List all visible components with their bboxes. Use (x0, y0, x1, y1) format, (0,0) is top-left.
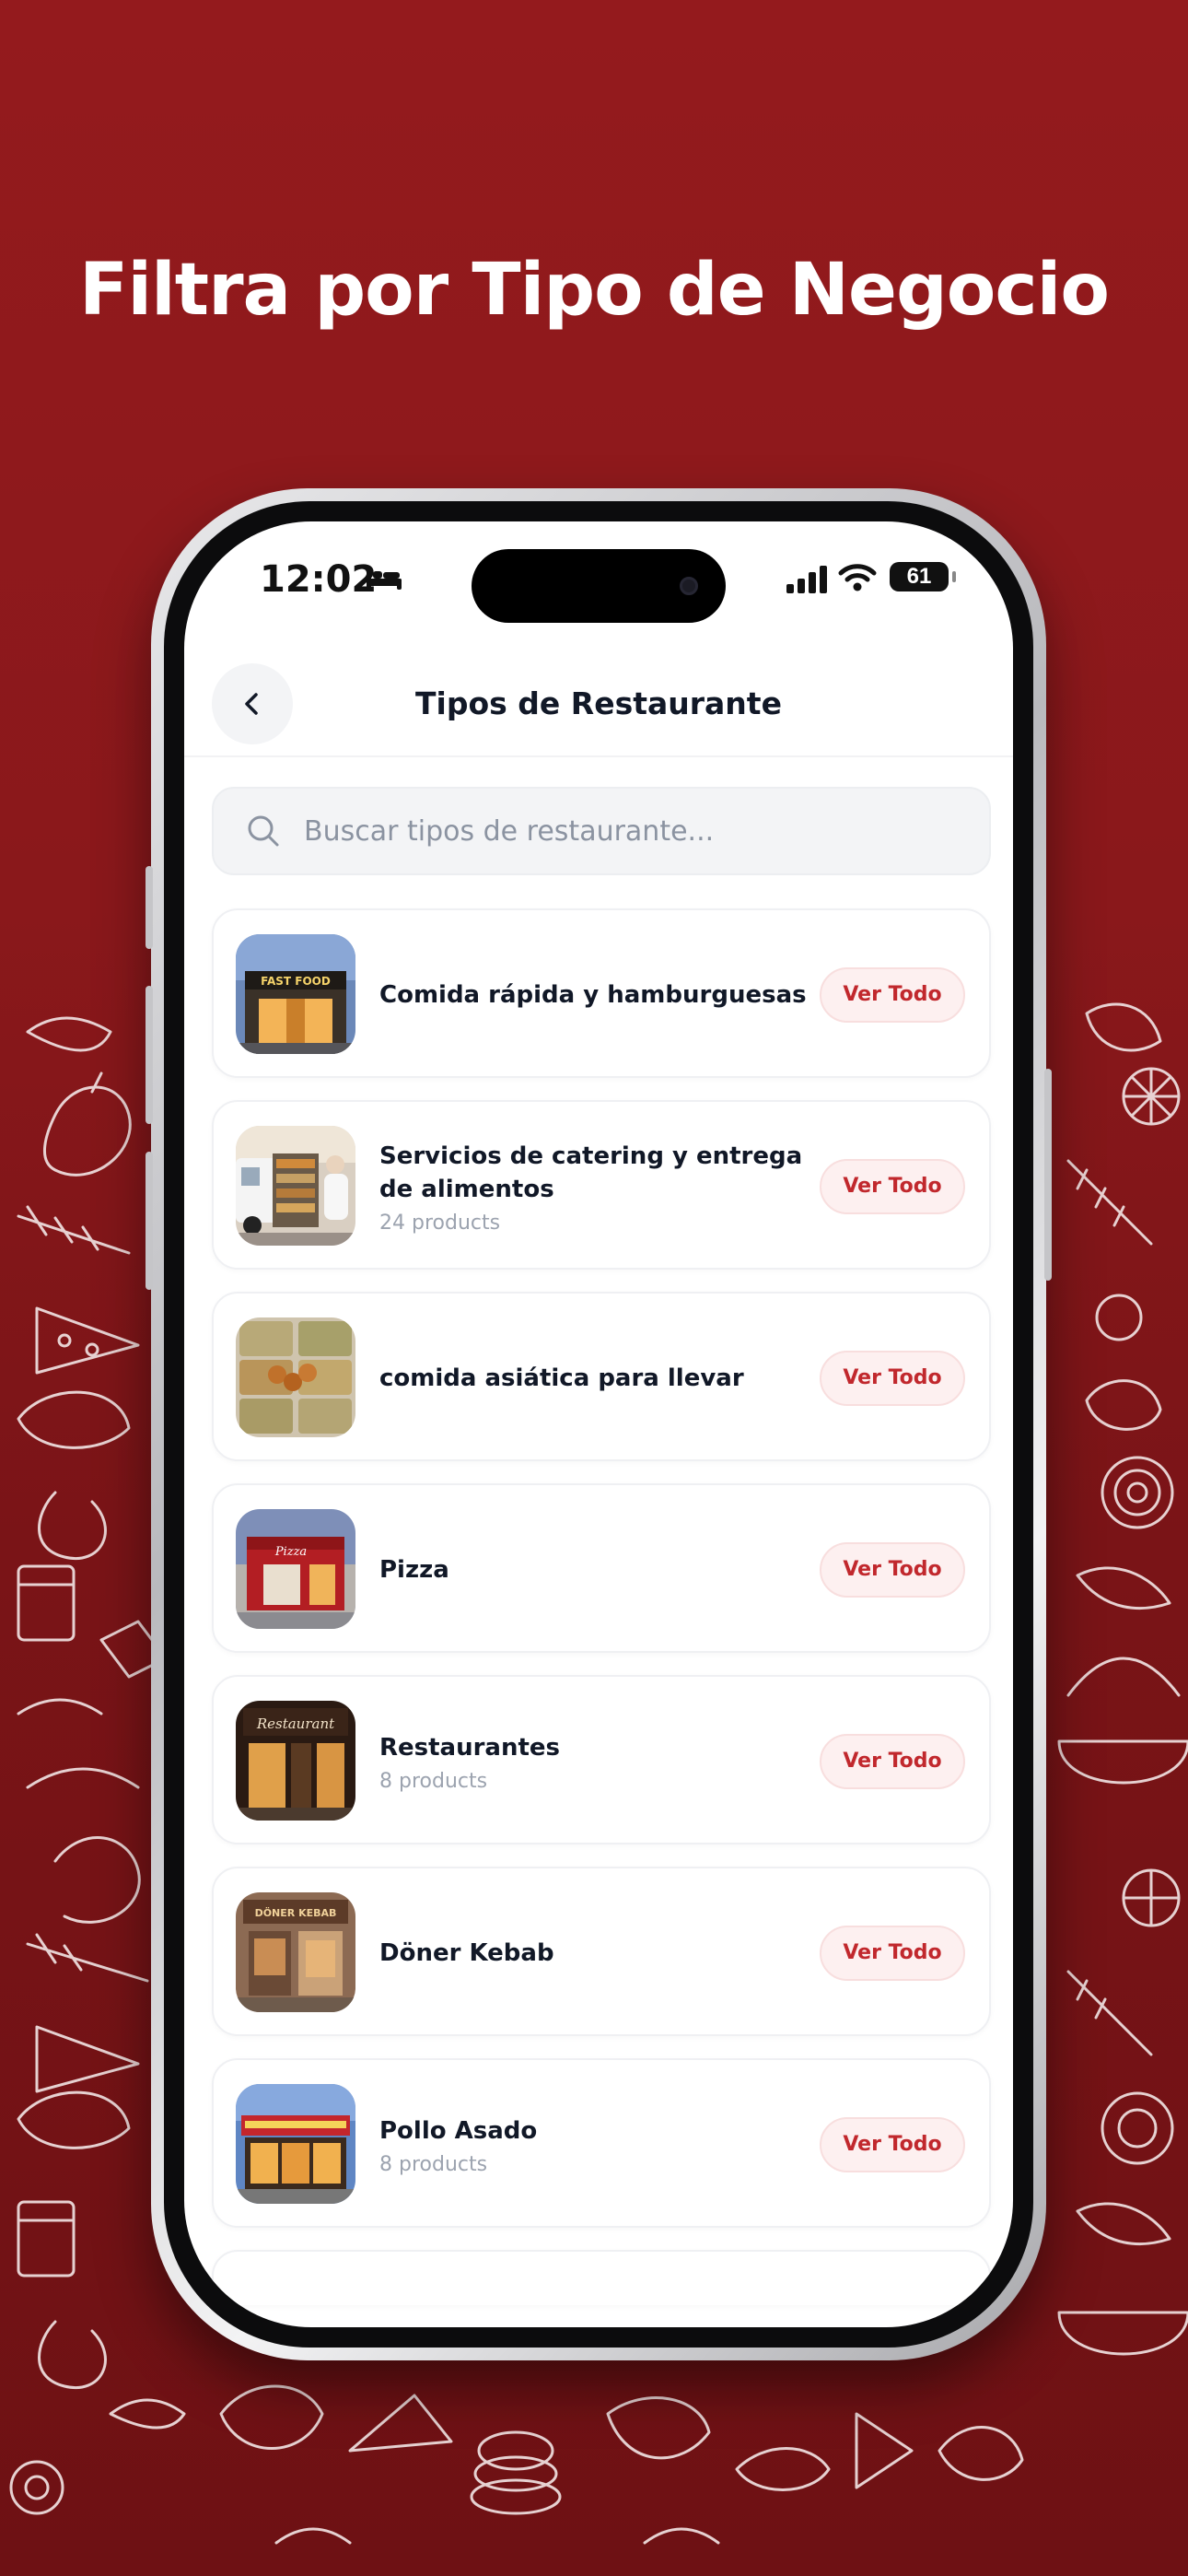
ver-todo-button[interactable]: Ver Todo (820, 967, 965, 1023)
back-button[interactable] (212, 663, 293, 744)
grilled-chicken-image (236, 2084, 355, 2204)
dynamic-island (472, 549, 726, 623)
camera-icon (680, 577, 698, 595)
item-title: Restaurantes (379, 1733, 561, 1762)
search-icon (248, 815, 279, 847)
ver-todo-button[interactable]: Ver Todo (820, 1159, 965, 1214)
list-item[interactable]: Servicios de catering y entrega de alime… (212, 1100, 991, 1270)
headline: Filtra por Tipo de Negocio (79, 249, 1110, 332)
list-item[interactable]: Restaurant Restaurantes 8 products Ver T… (212, 1675, 991, 1844)
list-item[interactable]: FAST FOOD Comida rápida y hamburguesas V… (212, 908, 991, 1078)
item-title: Pizza (379, 1556, 449, 1584)
phone-power-button (1044, 1069, 1052, 1281)
restaurant-sign: Restaurant (256, 1715, 335, 1732)
doner-sign: DÖNER KEBAB (255, 1906, 337, 1919)
item-product-count: 8 products (379, 1769, 488, 1793)
list-item-partial[interactable] (212, 2250, 991, 2305)
item-title: Comida rápida y hamburguesas (379, 981, 807, 1009)
item-title: Pollo Asado (379, 2116, 538, 2145)
phone-volume-up (146, 986, 153, 1124)
list-item[interactable]: DÖNER KEBAB Döner Kebab Ver Todo (212, 1867, 991, 2036)
list-item[interactable]: Pollo Asado 8 products Ver Todo (212, 2058, 991, 2228)
search-bar[interactable] (212, 787, 991, 875)
fast-food-image: FAST FOOD (236, 934, 355, 1054)
asian-food-image (236, 1317, 355, 1437)
battery-icon: 61 (890, 562, 956, 591)
list-item[interactable]: comida asiática para llevar Ver Todo (212, 1292, 991, 1461)
item-product-count: 8 products (379, 2152, 488, 2176)
wifi-icon (838, 564, 877, 591)
chevron-left-icon (245, 693, 258, 715)
catering-image (236, 1126, 355, 1246)
ver-todo-button[interactable]: Ver Todo (820, 1926, 965, 1981)
ver-todo-button[interactable]: Ver Todo (820, 1351, 965, 1406)
restaurant-image: Restaurant (236, 1701, 355, 1821)
phone-volume-down (146, 1152, 153, 1290)
list-item[interactable]: Pizza Pizza Ver Todo (212, 1483, 991, 1653)
ver-todo-button[interactable]: Ver Todo (820, 1734, 965, 1789)
ver-todo-button[interactable]: Ver Todo (820, 2117, 965, 2172)
pizza-image: Pizza (236, 1509, 355, 1629)
item-title: comida asiática para llevar (379, 1364, 744, 1392)
page-title: Tipos de Restaurante (415, 685, 782, 721)
status-time: 12:02 (260, 558, 378, 601)
signal-icon (786, 566, 827, 593)
app-header: Tipos de Restaurante (184, 641, 1013, 757)
app-screen: 12:02 61 Tipos de Restaurante Buscar tip… (184, 521, 1013, 2327)
item-title: Servicios de catering y entrega de alime… (379, 1142, 803, 1203)
fast-food-sign: FAST FOOD (261, 975, 331, 988)
item-product-count: 24 products (379, 1211, 501, 1235)
pizza-sign: Pizza (274, 1545, 307, 1559)
ver-todo-button[interactable]: Ver Todo (820, 1542, 965, 1598)
doodle-bottom (219, 2384, 1024, 2545)
item-title: Döner Kebab (379, 1939, 554, 1967)
doner-kebab-image: DÖNER KEBAB (236, 1892, 355, 2012)
doodle-right (1057, 1002, 1188, 2356)
search-input[interactable] (304, 814, 949, 848)
phone-action-button (146, 866, 153, 949)
bed-icon (367, 568, 402, 590)
